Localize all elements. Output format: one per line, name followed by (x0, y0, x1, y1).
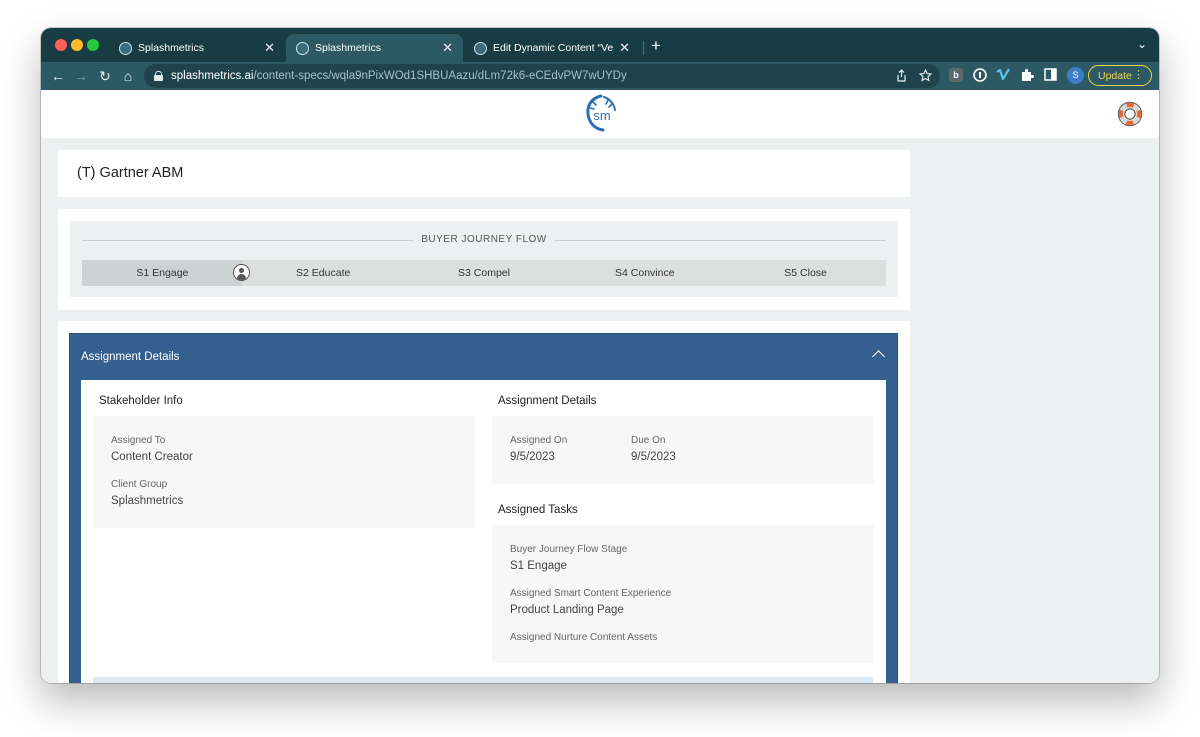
page-title: (T) Gartner ABM (77, 165, 184, 181)
stage-s2-educate[interactable]: S2 Educate (243, 260, 404, 286)
smart-content-label: Assigned Smart Content Experience (510, 588, 672, 599)
update-button[interactable]: Update ⋮ (1088, 65, 1152, 86)
due-on-value: 9/5/2023 (631, 451, 676, 463)
extension-tracker-icon[interactable]: b (949, 68, 963, 82)
due-on-label: Due On (631, 435, 666, 446)
new-tab-button[interactable]: + (647, 36, 665, 56)
home-icon[interactable]: ⌂ (120, 67, 136, 85)
assigned-tasks-box: Buyer Journey Flow Stage S1 Engage Assig… (492, 525, 874, 663)
tab-strip: Splashmetrics ✕ Splashmetrics ✕ Edit Dyn… (41, 28, 1159, 62)
url-path: /content-specs/wqla9nPixWOd1SHBUAazu/dLm… (253, 70, 627, 82)
tab-title: Splashmetrics (138, 42, 204, 54)
password-manager-icon[interactable] (973, 68, 987, 82)
reload-icon[interactable]: ↻ (97, 67, 113, 85)
tab-close-icon[interactable]: ✕ (264, 40, 275, 56)
share-icon[interactable] (896, 69, 907, 82)
assignment-details-header[interactable]: Assignment Details (70, 334, 897, 380)
assignment-dates-box: Assigned On 9/5/2023 Due On 9/5/2023 (492, 416, 874, 484)
journey-heading-text: BUYER JOURNEY FLOW (413, 234, 555, 245)
profile-avatar[interactable]: S (1067, 67, 1084, 84)
client-group-label: Client Group (111, 479, 168, 490)
chrome-menu-icon[interactable]: ⋮ (1133, 68, 1144, 81)
tab-title: Splashmetrics (315, 42, 381, 54)
assignment-details-panel: Assignment Details Stakeholder Info Assi… (69, 333, 898, 683)
close-window-button[interactable] (55, 39, 67, 51)
stage-label: S2 Educate (296, 267, 351, 279)
stakeholder-info-box: Assigned To Content Creator Client Group… (93, 416, 475, 528)
bookmark-star-icon[interactable] (919, 69, 932, 82)
wordpress-favicon-icon (474, 41, 487, 55)
assigned-on-label: Assigned On (510, 435, 568, 446)
update-label: Update (1098, 69, 1132, 82)
assignment-details-title: Assignment Details (498, 395, 597, 407)
stage-s1-engage[interactable]: S1 Engage (82, 260, 250, 286)
buyer-journey-flow: BUYER JOURNEY FLOW S1 Engage S2 Educate … (70, 221, 898, 297)
stage-label: S3 Compel (458, 267, 510, 279)
address-bar[interactable]: splashmetrics.ai /content-specs/wqla9nPi… (144, 64, 940, 88)
buyer-journey-card: BUYER JOURNEY FLOW S1 Engage S2 Educate … (58, 209, 910, 310)
assigned-to-value: Content Creator (111, 451, 193, 463)
minimize-window-button[interactable] (71, 39, 83, 51)
chevron-up-icon[interactable] (872, 350, 885, 363)
assigned-to-label: Assigned To (111, 435, 166, 446)
stage-label: S1 Engage (136, 267, 189, 279)
tab-close-icon[interactable]: ✕ (619, 40, 630, 56)
tab-divider (643, 41, 644, 55)
tab-splashmetrics-2[interactable]: Splashmetrics ✕ (286, 34, 463, 62)
tab-edit-dynamic-content[interactable]: Edit Dynamic Content “Version ✕ (464, 34, 640, 62)
tab-splashmetrics-1[interactable]: Splashmetrics ✕ (109, 34, 285, 62)
site-header: sm (41, 90, 1159, 138)
assigned-tasks-title: Assigned Tasks (498, 504, 578, 516)
vimeo-icon[interactable] (996, 68, 1011, 82)
lifebuoy-help-icon[interactable] (1117, 101, 1143, 127)
extensions-puzzle-icon[interactable] (1020, 68, 1034, 82)
url-host: splashmetrics.ai (171, 70, 254, 82)
journey-stage-label: Buyer Journey Flow Stage (510, 544, 628, 555)
browser-toolbar: ← → ↻ ⌂ splashmetrics.ai /content-specs/… (41, 62, 1159, 90)
assignment-card: Assignment Details Stakeholder Info Assi… (58, 321, 910, 683)
tab-title: Edit Dynamic Content “Version (493, 42, 614, 54)
logo-text: sm (593, 108, 610, 123)
splashmetrics-favicon-icon (119, 41, 132, 55)
smart-content-value: Product Landing Page (510, 604, 624, 616)
lock-icon[interactable] (154, 71, 163, 81)
nurture-assets-label: Assigned Nurture Content Assets (510, 632, 658, 643)
stage-label: S4 Convince (615, 267, 675, 279)
forward-arrow-icon[interactable]: → (73, 67, 89, 85)
title-card: (T) Gartner ABM (58, 150, 910, 197)
splashmetrics-logo[interactable]: sm (584, 94, 618, 132)
client-group-value: Splashmetrics (111, 495, 184, 507)
splashmetrics-favicon-icon (296, 41, 309, 55)
browser-window: Splashmetrics ✕ Splashmetrics ✕ Edit Dyn… (41, 28, 1159, 683)
journey-stage-value: S1 Engage (510, 560, 567, 572)
assignment-details-heading: Assignment Details (81, 351, 180, 363)
journey-stages: S1 Engage S2 Educate S3 Compel S4 Convin… (82, 260, 886, 286)
assigned-on-value: 9/5/2023 (510, 451, 555, 463)
page-content: (T) Gartner ABM BUYER JOURNEY FLOW S1 En… (41, 138, 1159, 683)
maximize-window-button[interactable] (87, 39, 99, 51)
stakeholder-info-title: Stakeholder Info (99, 395, 183, 407)
journey-heading: BUYER JOURNEY FLOW (70, 234, 898, 245)
stage-s3-compel[interactable]: S3 Compel (404, 260, 565, 286)
tab-close-icon[interactable]: ✕ (442, 40, 453, 56)
stage-s5-close[interactable]: S5 Close (725, 260, 886, 286)
stage-label: S5 Close (784, 267, 827, 279)
stage-s4-convince[interactable]: S4 Convince (564, 260, 725, 286)
assignment-details-body: Stakeholder Info Assigned To Content Cre… (81, 380, 886, 683)
tab-search-chevron-icon[interactable]: ⌄ (1137, 37, 1147, 51)
back-arrow-icon[interactable]: ← (50, 67, 66, 85)
next-section-strip (93, 677, 873, 683)
side-panel-icon[interactable] (1044, 68, 1057, 81)
